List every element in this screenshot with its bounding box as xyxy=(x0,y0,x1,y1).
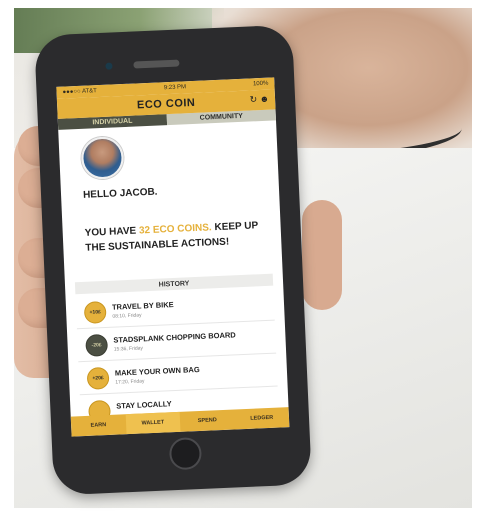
history-item-time: 15:36, Friday xyxy=(113,345,144,353)
earpiece xyxy=(133,59,180,69)
app-title: ECO COIN xyxy=(136,96,196,112)
coin-icon: -20£ xyxy=(85,333,109,357)
coin-icon: +20£ xyxy=(86,366,110,390)
coin-icon: +10£ xyxy=(83,300,107,324)
history-item-name: TRAVEL BY BIKE xyxy=(111,300,174,312)
nav-wallet[interactable]: WALLET xyxy=(125,411,181,435)
message-prefix: YOU HAVE xyxy=(84,225,140,239)
history-item-time: 17:20, Friday xyxy=(115,378,145,386)
history-item-name: MAKE YOUR OWN BAG xyxy=(114,364,200,378)
history-item-time: 08:10, Friday xyxy=(112,312,142,320)
phone: ●●●○○ AT&T 9:23 PM 100% ECO COIN ↻ ☻ IND… xyxy=(34,24,312,496)
coin-balance: 32 ECO COINS. xyxy=(138,222,212,237)
phone-screen: ●●●○○ AT&T 9:23 PM 100% ECO COIN ↻ ☻ IND… xyxy=(56,77,290,437)
history-item-name: STADSPLANK CHOPPING BOARD xyxy=(113,330,236,345)
battery-level: 100% xyxy=(252,80,269,88)
nav-spend[interactable]: SPEND xyxy=(180,409,235,431)
nav-earn[interactable]: EARN xyxy=(71,414,126,436)
history-item-name: STAY LOCALLY xyxy=(116,399,172,411)
front-camera xyxy=(105,62,113,70)
avatar xyxy=(80,136,125,180)
home-button[interactable] xyxy=(168,436,203,471)
header-icons[interactable]: ↻ ☻ xyxy=(249,94,269,106)
thumb xyxy=(302,200,342,310)
coin-message: YOU HAVE 32 ECO COINS. KEEP UP THE SUSTA… xyxy=(84,218,270,256)
carrier-signal: ●●●○○ AT&T xyxy=(62,88,98,96)
nav-ledger[interactable]: LEDGER xyxy=(234,407,289,429)
status-time: 9:23 PM xyxy=(163,84,187,92)
greeting: HELLO JACOB. xyxy=(82,186,158,201)
